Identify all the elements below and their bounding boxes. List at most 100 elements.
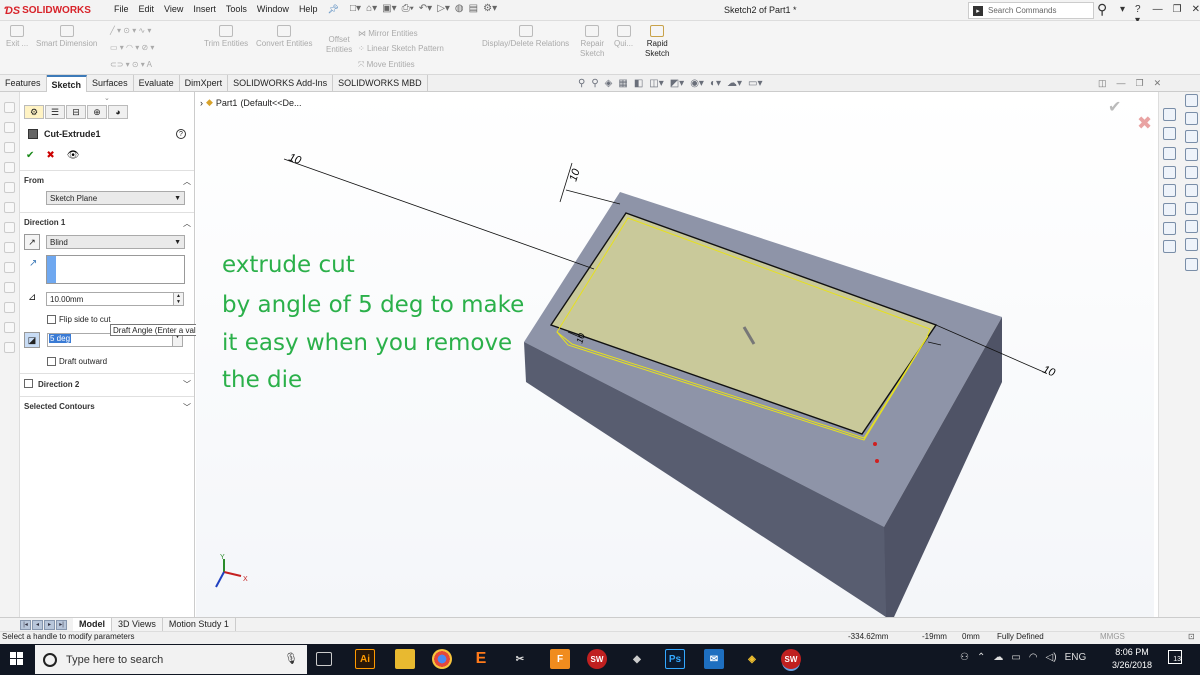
action-center-icon[interactable]: 13 xyxy=(1168,650,1182,664)
windows-start-icon[interactable] xyxy=(10,652,24,666)
rail-item-icon[interactable] xyxy=(4,122,15,133)
app-e-icon[interactable]: E xyxy=(471,649,491,669)
onedrive-icon[interactable]: ☁ xyxy=(993,652,1003,663)
slot-tool-icon[interactable]: ⊂⊃ ▾ ⊙ ▾ A xyxy=(110,60,152,69)
app-tool-icon[interactable]: ✂ xyxy=(510,649,530,669)
rail-item-icon[interactable] xyxy=(4,162,15,173)
view-palette-icon[interactable] xyxy=(1163,166,1176,179)
zoom-area-icon[interactable]: ⚲ xyxy=(591,78,598,89)
taskbar-search-box[interactable]: Type here to search xyxy=(35,645,307,674)
file-explorer-icon[interactable] xyxy=(1163,147,1176,160)
search-icon[interactable]: ⚲ xyxy=(1097,1,1107,18)
direction1-section-header[interactable]: Direction 1 ︿ xyxy=(24,218,191,229)
wifi-icon[interactable]: ◠ xyxy=(1029,652,1038,663)
convert-entities-button[interactable]: Convert Entities xyxy=(256,25,312,49)
tab-surfaces[interactable]: Surfaces xyxy=(87,75,134,92)
display-style-icon[interactable]: ◩▾ xyxy=(670,78,684,89)
end-condition-dropdown[interactable]: Blind ▼ xyxy=(46,235,185,249)
tab-dimxpert[interactable]: DimXpert xyxy=(180,75,229,92)
open-icon[interactable]: ⌂▾ xyxy=(366,3,377,14)
ok-check-icon[interactable]: ✔ xyxy=(26,150,34,161)
dimension-label[interactable]: 10 xyxy=(567,167,582,183)
tab-features[interactable]: Features xyxy=(0,75,47,92)
configuration-manager-tab-icon[interactable]: ⊟ xyxy=(66,105,86,119)
view-settings-icon[interactable]: ▭▾ xyxy=(748,78,762,89)
menu-tools[interactable]: Tools xyxy=(226,4,247,15)
solidworks-logo[interactable]: ƊS SOLIDWORKS xyxy=(4,3,91,18)
first-tab-icon[interactable]: |◂ xyxy=(20,619,31,630)
rail-item-icon[interactable] xyxy=(4,262,15,273)
appearances-icon[interactable] xyxy=(1163,184,1176,197)
status-units[interactable]: MMGS xyxy=(1100,632,1125,641)
expand-chevron-icon[interactable]: ﹀ xyxy=(183,402,191,413)
flip-side-to-cut-checkbox[interactable]: Flip side to cut xyxy=(47,315,111,324)
dimension-label[interactable]: 10 xyxy=(1041,364,1058,380)
side-view-icon[interactable] xyxy=(1185,130,1198,143)
side-view-icon[interactable] xyxy=(1185,184,1198,197)
collaboration-icon[interactable] xyxy=(1163,240,1176,253)
quick-snaps-button[interactable]: Qui... xyxy=(614,25,633,49)
direction-selection-box[interactable] xyxy=(46,255,185,284)
tab-model[interactable]: Model xyxy=(73,617,112,632)
dimxpert-manager-tab-icon[interactable]: ⊕ xyxy=(87,105,107,119)
tab-solidworks-add-ins[interactable]: SOLIDWORKS Add-Ins xyxy=(228,75,334,92)
rail-item-icon[interactable] xyxy=(4,242,15,253)
viewport-restore-icon[interactable]: ❐ xyxy=(1136,78,1144,89)
mirror-entities-button[interactable]: ⋈ Mirror Entities xyxy=(358,29,418,38)
rebuild-icon[interactable]: ◍ xyxy=(455,3,464,14)
smart-dimension-button[interactable]: Smart Dimension xyxy=(36,25,97,49)
tab-sketch[interactable]: Sketch xyxy=(46,75,88,92)
tab-motion-study[interactable]: Motion Study 1 xyxy=(163,617,236,632)
photoshop-icon[interactable]: Ps xyxy=(665,649,685,669)
viewport-split-icon[interactable]: ◫ xyxy=(1098,78,1107,89)
from-section-header[interactable]: From ︿ xyxy=(24,176,191,187)
solidworks-resources-icon[interactable] xyxy=(1163,108,1176,121)
from-dropdown[interactable]: Sketch Plane ▼ xyxy=(46,191,185,205)
viewport-close-icon[interactable]: ✕ xyxy=(1154,78,1162,89)
prev-tab-icon[interactable]: ◂ xyxy=(32,619,43,630)
exit-sketch-button[interactable]: Exit ... xyxy=(6,25,28,49)
reverse-direction-icon[interactable]: ↗ xyxy=(24,234,40,250)
illustrator-icon[interactable]: Ai xyxy=(355,649,375,669)
depth-spinner[interactable]: ▲ ▼ xyxy=(173,293,183,305)
rectangle-tool-icon[interactable]: ▭ ▾ ◠ ▾ ⊘ ▾ xyxy=(110,43,154,52)
measure-icon[interactable] xyxy=(1185,258,1198,271)
collapse-chevron-icon[interactable]: ︿ xyxy=(183,218,191,229)
line-tool-icon[interactable]: ╱ ▾ ⊙ ▾ ∿ ▾ xyxy=(110,26,151,35)
rail-item-icon[interactable] xyxy=(4,342,15,353)
display-manager-tab-icon[interactable]: ◕ xyxy=(108,105,128,119)
panel-collapse-handle[interactable]: ⌄ xyxy=(104,94,110,102)
tab-solidworks-mbd[interactable]: SOLIDWORKS MBD xyxy=(333,75,428,92)
rail-item-icon[interactable] xyxy=(4,302,15,313)
undo-icon[interactable]: ↶▾ xyxy=(419,3,432,14)
menu-file[interactable]: File xyxy=(114,4,129,15)
rail-item-icon[interactable] xyxy=(4,202,15,213)
show-hidden-icons-icon[interactable]: ⌃ xyxy=(977,652,985,663)
confirmation-corner-cancel-icon[interactable]: ✖ xyxy=(1137,113,1152,134)
taskbar-clock[interactable]: 8:06 PM 3/26/2018 xyxy=(1112,646,1152,672)
next-tab-icon[interactable]: ▸ xyxy=(44,619,55,630)
new-document-icon[interactable]: □▾ xyxy=(350,3,361,14)
repair-sketch-button[interactable]: Repair Sketch xyxy=(580,25,604,59)
section-view-icon[interactable]: ▦ xyxy=(618,78,627,89)
task-view-icon[interactable] xyxy=(316,652,332,666)
zoom-to-fit-icon[interactable]: ⚲ xyxy=(578,78,585,89)
rail-item-icon[interactable] xyxy=(4,222,15,233)
offset-entities-button[interactable]: Offset Entities xyxy=(326,35,352,55)
side-view-icon[interactable] xyxy=(1185,238,1198,251)
dynamic-annotation-icon[interactable]: ◧ xyxy=(634,78,643,89)
menu-edit[interactable]: Edit xyxy=(139,4,155,15)
move-entities-button[interactable]: ⤧ Move Entities xyxy=(358,60,415,70)
apply-scene-icon[interactable]: ☁▾ xyxy=(727,78,742,89)
select-icon[interactable]: ▷▾ xyxy=(437,3,450,14)
status-bar-toggle-icon[interactable]: ⊡ xyxy=(1188,632,1195,641)
menu-view[interactable]: View xyxy=(164,4,183,15)
chrome-icon[interactable] xyxy=(432,649,452,669)
direction2-checkbox[interactable] xyxy=(24,379,33,388)
direction2-section-header[interactable]: Direction 2 ﹀ xyxy=(24,379,191,390)
rapid-sketch-button[interactable]: Rapid Sketch xyxy=(645,25,669,59)
side-view-icon[interactable] xyxy=(1185,166,1198,179)
cancel-x-icon[interactable]: ✖ xyxy=(46,150,54,161)
selected-contours-header[interactable]: Selected Contours ﹀ xyxy=(24,402,191,413)
solidworks-forum-icon[interactable] xyxy=(1163,222,1176,235)
